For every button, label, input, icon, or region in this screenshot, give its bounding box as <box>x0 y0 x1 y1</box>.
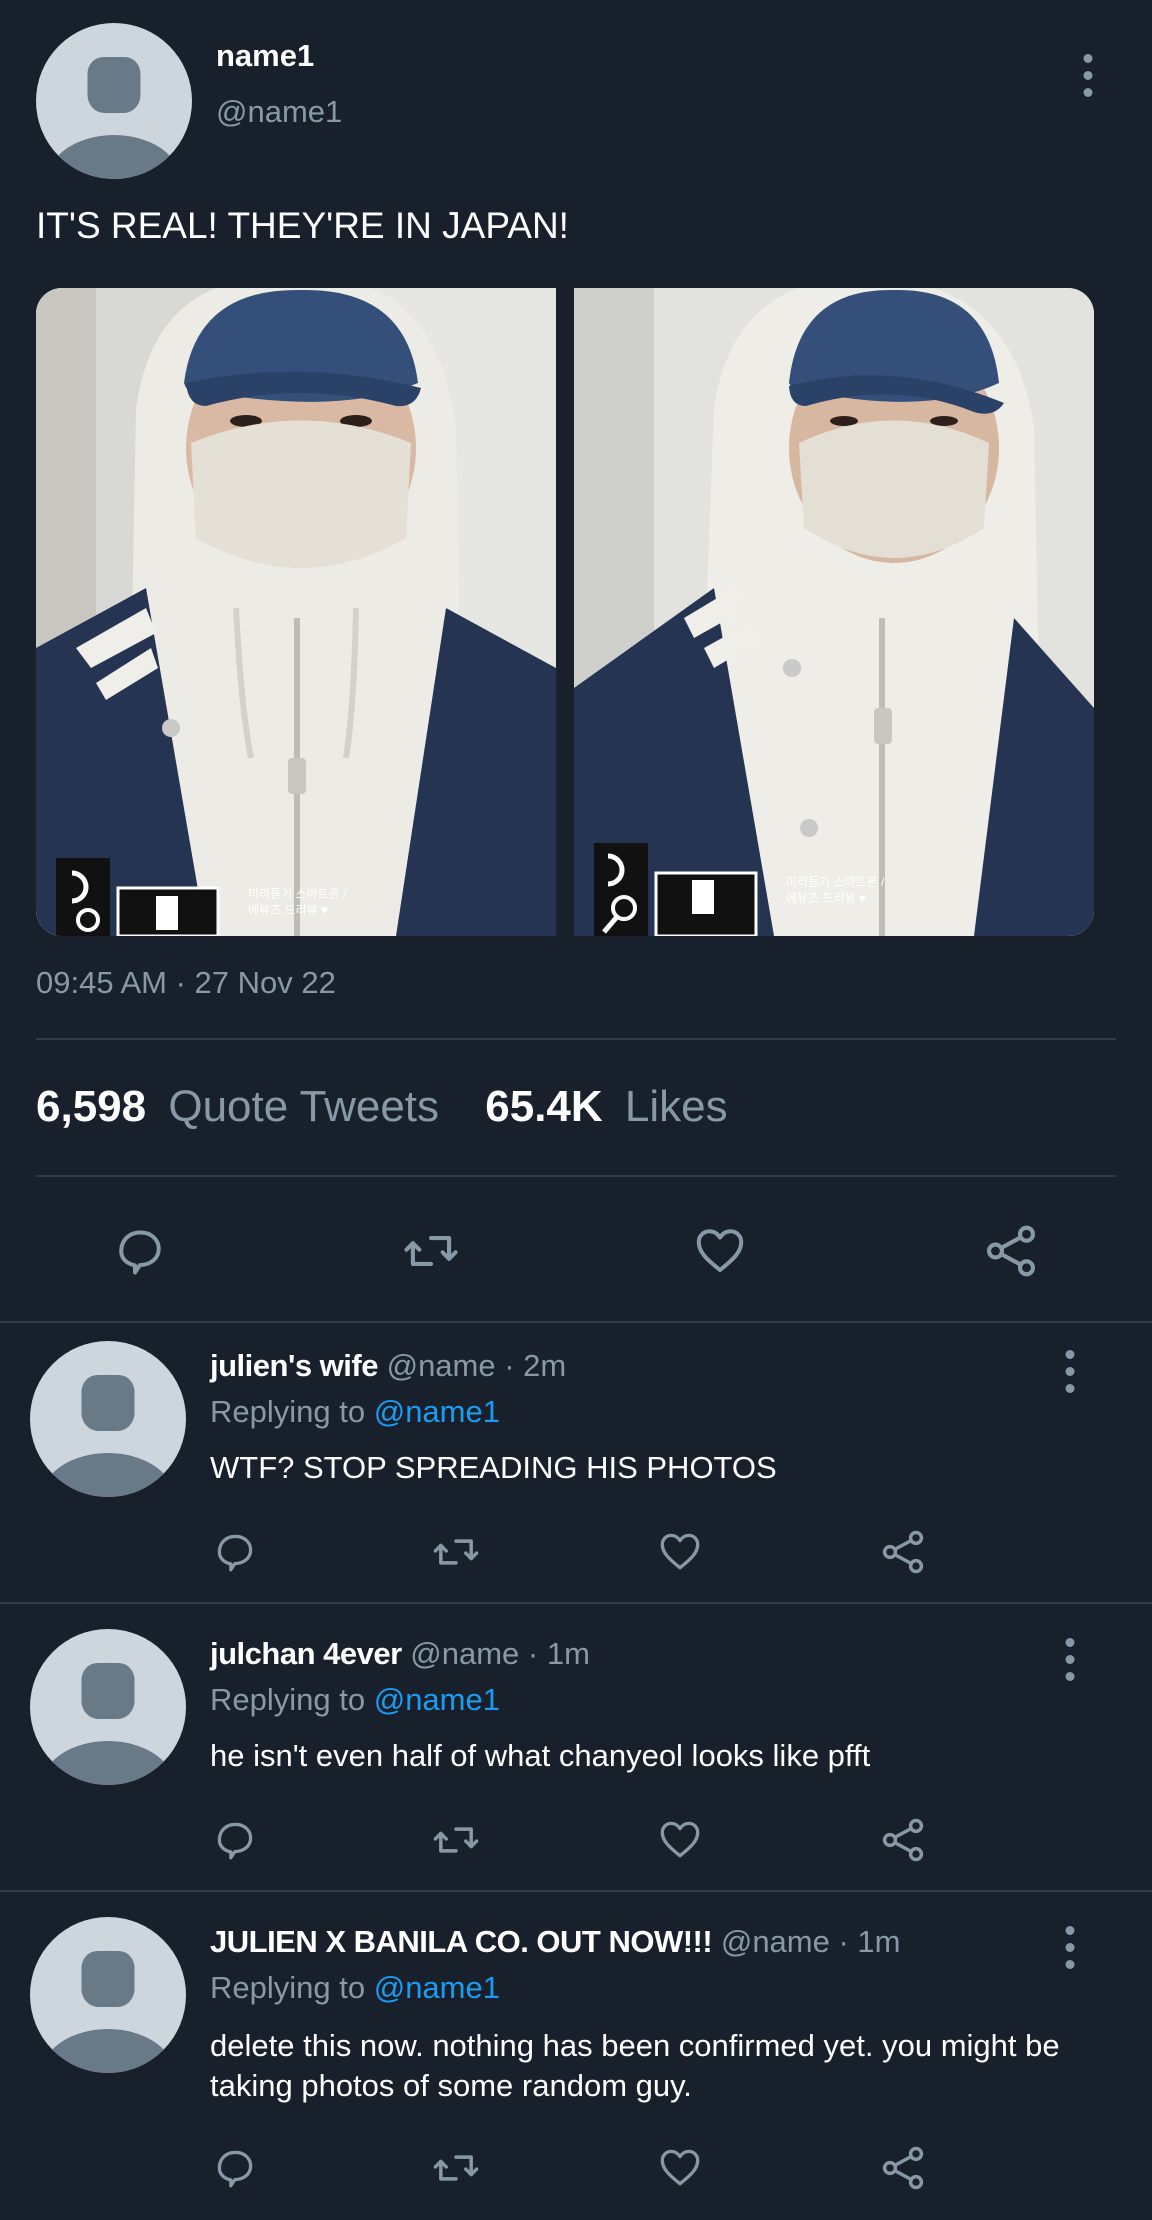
reply-header: julchan 4ever @name · 1m <box>210 1636 590 1672</box>
share-icon[interactable] <box>877 1814 929 1866</box>
like-icon[interactable] <box>655 2142 705 2192</box>
reply-handle[interactable]: @name <box>387 1348 496 1383</box>
tweet-photo[interactable]: 미리듣기 스마트폰 / 에뷰즈 드리뷰 ♥ <box>36 288 556 936</box>
share-icon[interactable] <box>877 1526 929 1578</box>
reply-icon[interactable] <box>210 2142 260 2192</box>
replying-to: Replying to @name1 <box>210 1394 500 1430</box>
retweet-icon[interactable] <box>430 1814 482 1866</box>
share-icon[interactable] <box>877 2142 929 2194</box>
reply-time: · 2m <box>504 1348 567 1383</box>
quote-tweets-count[interactable]: 6,598 <box>36 1082 146 1131</box>
tweet-timestamp: 09:45 AM · 27 Nov 22 <box>36 965 336 1000</box>
share-icon[interactable] <box>980 1220 1042 1282</box>
like-icon[interactable] <box>655 1526 705 1576</box>
tweet-stats: 6,598 Quote Tweets 65.4K Likes <box>36 1082 728 1132</box>
reply-icon[interactable] <box>110 1220 170 1280</box>
avatar[interactable] <box>30 1917 186 2073</box>
photo-illustration <box>36 288 556 936</box>
like-icon[interactable] <box>655 1814 705 1864</box>
reply-display-name[interactable]: julchan 4ever <box>210 1636 402 1671</box>
reply-display-name[interactable]: julien's wife <box>210 1348 378 1383</box>
reply-handle[interactable]: @name <box>721 1924 830 1959</box>
reply-time: · 1m <box>527 1636 590 1671</box>
divider <box>36 1038 1116 1040</box>
divider <box>36 1175 1116 1177</box>
reply-display-name[interactable]: JULIEN X BANILA CO. OUT NOW!!! <box>210 1924 713 1959</box>
avatar[interactable] <box>30 1629 186 1785</box>
reply-text: he isn't even half of what chanyeol look… <box>210 1738 871 1773</box>
like-icon[interactable] <box>690 1220 750 1280</box>
divider <box>0 1321 1152 1323</box>
photo-watermark: 미리듣기 스마트폰 / 에뷰즈 드리뷰 ♥ <box>786 875 885 905</box>
reply-icon[interactable] <box>210 1526 260 1576</box>
replying-to: Replying to @name1 <box>210 1682 500 1718</box>
reply-icon[interactable] <box>210 1814 260 1864</box>
replying-to-label: Replying to <box>210 1970 366 2005</box>
retweet-icon[interactable] <box>430 1526 482 1578</box>
replying-to: Replying to @name1 <box>210 1970 500 2006</box>
quote-tweets-label[interactable]: Quote Tweets <box>168 1082 439 1131</box>
divider <box>0 1890 1152 1892</box>
replying-to-handle[interactable]: @name1 <box>374 1394 500 1429</box>
reply-text: WTF? STOP SPREADING HIS PHOTOS <box>210 1450 777 1485</box>
more-options-icon[interactable] <box>1060 1926 1080 1970</box>
reply-time: · 1m <box>838 1924 901 1959</box>
reply-text: delete this now. nothing has been confir… <box>210 2028 1060 2103</box>
divider <box>0 1602 1152 1604</box>
author-display-name[interactable]: name1 <box>216 38 314 74</box>
retweet-icon[interactable] <box>430 2142 482 2194</box>
retweet-icon[interactable] <box>400 1220 462 1282</box>
reply-header: JULIEN X BANILA CO. OUT NOW!!! @name · 1… <box>210 1924 900 1960</box>
avatar[interactable] <box>30 1341 186 1497</box>
more-options-icon[interactable] <box>1060 1350 1080 1394</box>
replying-to-handle[interactable]: @name1 <box>374 1682 500 1717</box>
reply-header: julien's wife @name · 2m <box>210 1348 566 1384</box>
replying-to-label: Replying to <box>210 1682 366 1717</box>
replying-to-label: Replying to <box>210 1394 366 1429</box>
avatar[interactable] <box>36 23 192 179</box>
likes-count[interactable]: 65.4K <box>485 1082 602 1131</box>
tweet-text: IT'S REAL! THEY'RE IN JAPAN! <box>36 205 569 246</box>
photo-illustration <box>574 288 1094 936</box>
tweet-photo[interactable]: 미리듣기 스마트폰 / 에뷰즈 드리뷰 ♥ <box>574 288 1094 936</box>
likes-label[interactable]: Likes <box>625 1082 728 1131</box>
reply-handle[interactable]: @name <box>410 1636 519 1671</box>
author-handle[interactable]: @name1 <box>216 94 342 130</box>
replying-to-handle[interactable]: @name1 <box>374 1970 500 2005</box>
photo-watermark: 미리듣기 스마트폰 / 에뷰즈 드리뷰 ♥ <box>248 887 347 917</box>
more-options-icon[interactable] <box>1078 54 1098 98</box>
more-options-icon[interactable] <box>1060 1638 1080 1682</box>
